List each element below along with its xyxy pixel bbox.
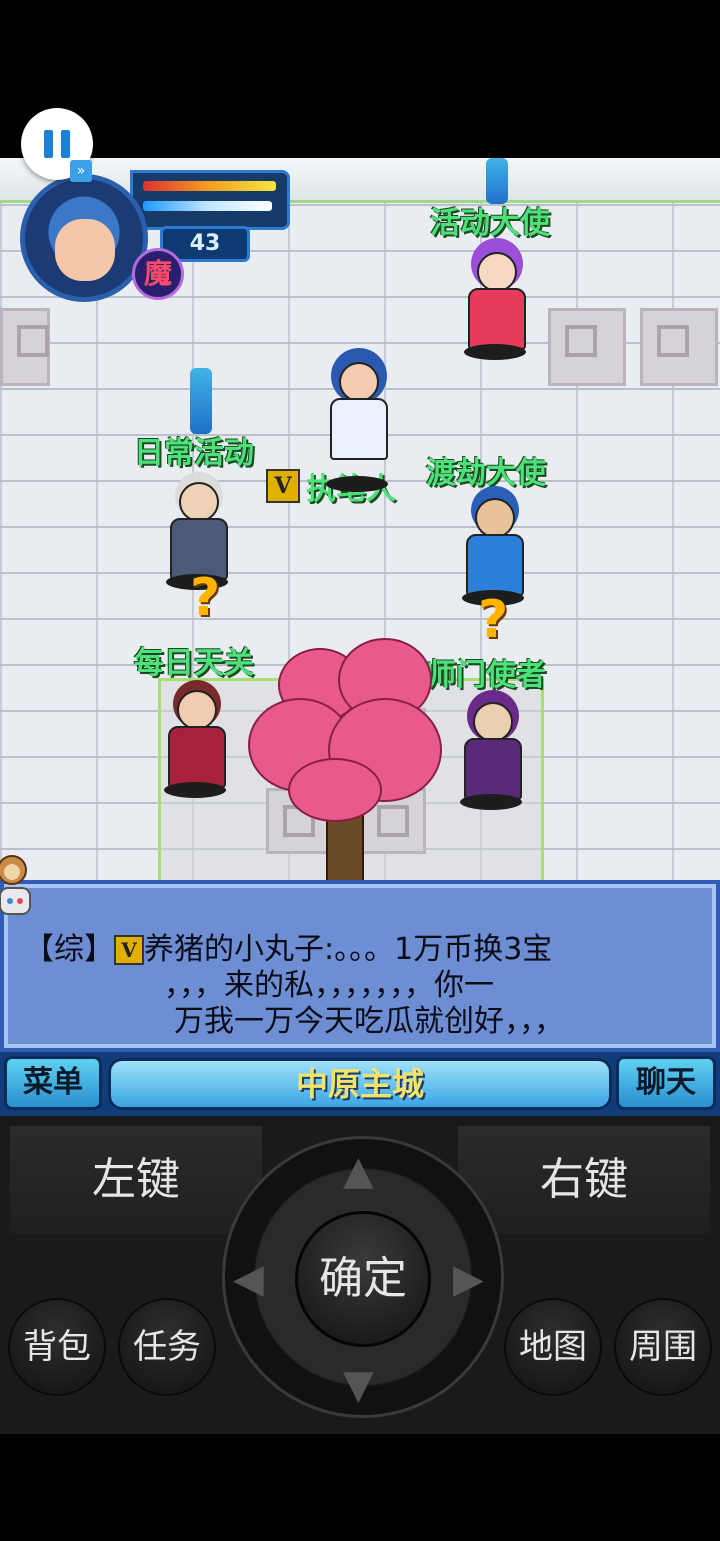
vip-badge-icon: V — [266, 469, 300, 503]
quest-marker-icon[interactable]: ? — [190, 568, 220, 628]
left-soft-key[interactable]: 左键 — [10, 1126, 262, 1234]
vip-badge-icon: V — [114, 935, 144, 965]
npc-sect-envoy[interactable] — [456, 698, 526, 810]
fast-forward-icon[interactable]: » — [70, 160, 92, 182]
floor-tile — [0, 308, 50, 386]
player-avatar[interactable] — [20, 174, 148, 302]
chat-message: 【综】 V 养猪的小丸子:。。。1万币换3宝 ，，，来的私，，，，，，，你一 万我一… — [24, 932, 714, 1040]
npc-label-daily-heaven: 每日天关 — [134, 646, 254, 681]
floor-tile — [548, 308, 626, 386]
map-button[interactable]: 地图 — [504, 1298, 602, 1396]
chat-panel[interactable]: 【综】 V 养猪的小丸子:。。。1万币换3宝 ，，，来的私，，，，，，，你一 万我一… — [0, 880, 720, 1052]
quest-button[interactable]: 任务 — [118, 1298, 216, 1396]
menu-button[interactable]: 菜单 — [4, 1056, 102, 1110]
chat-channel: 【综】 — [24, 932, 114, 967]
npc-label-tribulation-envoy: 渡劫大使 — [426, 456, 546, 491]
ok-button[interactable]: 确定 — [295, 1211, 431, 1347]
npc-label-activity-envoy: 活动大使 — [430, 206, 550, 241]
npc-activity-envoy[interactable] — [460, 248, 530, 360]
left-arrow-icon[interactable]: ◀ — [233, 1259, 264, 1299]
location-name: 中原主城 — [108, 1058, 612, 1110]
npc-label-daily-activity: 日常活动 — [134, 436, 254, 471]
npc-tribulation-envoy[interactable] — [458, 494, 528, 606]
status-row: 菜单 中原主城 聊天 — [0, 1052, 720, 1116]
chat-line-1: 养猪的小丸子:。。。1万币换3宝 — [144, 932, 553, 967]
player-hud[interactable]: 43 魔 — [12, 162, 292, 312]
down-arrow-icon[interactable]: ▼ — [343, 1365, 374, 1405]
quest-marker-icon[interactable]: ? — [478, 590, 508, 650]
backpack-button[interactable]: 背包 — [8, 1298, 106, 1396]
npc-marker-icon — [190, 368, 212, 434]
virtual-controller: 左键 右键 ▲ ▼ ◀ ▶ 确定 背包 任务 地图 周围 — [0, 1116, 720, 1434]
dpad[interactable]: ▲ ▼ ◀ ▶ 确定 — [222, 1136, 504, 1418]
up-arrow-icon[interactable]: ▲ — [343, 1151, 374, 1191]
monkey-assistant-icon[interactable] — [0, 852, 36, 924]
player-character — [322, 358, 392, 492]
chat-button[interactable]: 聊天 — [616, 1056, 716, 1110]
status-bars — [130, 170, 290, 230]
right-soft-key[interactable]: 右键 — [458, 1126, 710, 1234]
faction-badge: 魔 — [132, 248, 184, 300]
floor-tile — [640, 308, 718, 386]
npc-daily-heaven[interactable] — [160, 686, 230, 798]
pause-icon — [61, 130, 70, 158]
right-arrow-icon[interactable]: ▶ — [453, 1259, 484, 1299]
nearby-button[interactable]: 周围 — [614, 1298, 712, 1396]
pause-icon — [44, 130, 53, 158]
mp-bar — [143, 201, 272, 211]
chat-line-2: ，，，来的私，，，，，，，你一 — [164, 968, 494, 1003]
chat-line-3: 万我一万今天吃瓜就创好，，， — [174, 1004, 564, 1039]
hp-bar — [143, 181, 276, 191]
cherry-blossom-tree — [238, 628, 448, 880]
